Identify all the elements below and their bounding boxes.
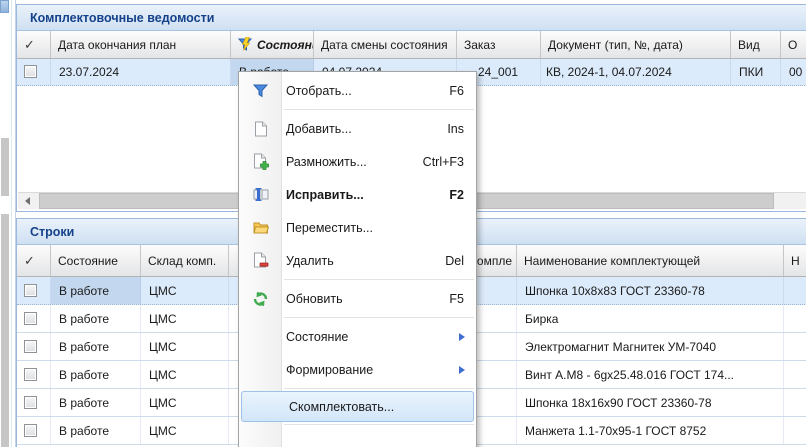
n-cell[interactable] [784,389,806,416]
state-cell[interactable]: В работе [51,277,141,304]
filter-icon [239,84,282,98]
adjacent-panel-edge [0,0,16,447]
state-cell[interactable]: В работе [51,305,141,332]
row-select-cell[interactable] [17,361,51,388]
row-checkbox[interactable] [24,396,37,409]
kind-cell[interactable]: ПКИ [731,59,781,85]
menu-item-move[interactable]: Переместить... [239,211,476,244]
row-select-cell[interactable] [17,59,51,85]
scroll-left-button[interactable] [18,193,35,209]
column-header-state[interactable]: Состояние [51,245,141,276]
left-arrow-icon [21,197,30,205]
row-select-cell[interactable] [17,305,51,332]
menu-item-formation[interactable]: Формирование [239,353,476,386]
menu-separator [239,422,476,427]
menu-item-duplicate[interactable]: Размножить... Ctrl+F3 [239,145,476,178]
component-name-cell[interactable]: Винт А.М8 - 6gх25.48.016 ГОСТ 174... [517,361,784,388]
state-cell[interactable]: В работе [51,389,141,416]
component-name-cell[interactable]: Электромагнит Магнитек УМ-7040 [517,333,784,360]
app-screen: Комплектовочные ведомости Дата окончания… [0,0,806,447]
column-header-n[interactable]: Н [784,245,806,276]
n-cell[interactable] [784,277,806,304]
component-name-cell[interactable]: Шпонка 18х16х90 ГОСТ 23360-78 [517,389,784,416]
row-checkbox[interactable] [24,284,37,297]
state-cell[interactable]: В работе [51,333,141,360]
warehouse-cell[interactable]: ЦМС [141,389,229,416]
delete-document-icon [239,252,282,269]
row-select-cell[interactable] [17,389,51,416]
n-cell[interactable] [784,305,806,332]
clipped-header-tail: компле [472,245,512,276]
column-header-document[interactable]: Документ (тип, №, дата) [541,31,731,58]
add-document-icon [239,121,282,137]
grid-header: Дата окончания план Состояние Дата смены… [17,31,806,59]
warehouse-cell[interactable]: ЦМС [141,305,229,332]
row-select-cell[interactable] [17,277,51,304]
row-checkbox[interactable] [24,65,37,78]
adjacent-panel-corner [0,0,9,13]
row-select-cell[interactable] [17,333,51,360]
document-cell[interactable]: КВ, 2024-1, 04.07.2024 [541,59,731,85]
n-cell[interactable] [784,333,806,360]
end-date-cell[interactable]: 23.07.2024 [51,59,231,85]
component-name-cell[interactable]: Шпонка 10x8x83 ГОСТ 23360-78 [517,277,784,304]
adjacent-scrollbar-segment[interactable] [1,214,9,447]
menu-item-assemble[interactable]: Скомплектовать... [241,391,474,422]
state-cell[interactable]: В работе [51,361,141,388]
column-header-warehouse[interactable]: Склад комп. [141,245,229,276]
check-icon [24,253,35,269]
row-checkbox[interactable] [24,424,37,437]
row-checkbox[interactable] [24,368,37,381]
column-header-extra[interactable]: О [781,31,806,58]
edit-icon [239,187,282,202]
warehouse-cell[interactable]: ЦМС [141,361,229,388]
move-folder-icon [239,221,282,234]
extra-cell[interactable]: 00 [781,59,806,85]
check-icon [24,37,35,53]
column-header-end-date[interactable]: Дата окончания план [51,31,231,58]
component-name-cell[interactable]: Бирка [517,305,784,332]
filter-lightning-icon [238,37,254,52]
column-header-order[interactable]: Заказ [457,31,541,58]
column-header-component-name[interactable]: Наименование комплектующей [517,245,784,276]
menu-item-filter[interactable]: Отобрать... F6 [239,74,476,107]
menu-item-add[interactable]: Добавить... Ins [239,112,476,145]
row-checkbox[interactable] [24,340,37,353]
column-header-state[interactable]: Состояние [231,31,314,58]
column-header-kind[interactable]: Вид [731,31,781,58]
menu-item-refresh[interactable]: Обновить F5 [239,282,476,315]
divider [11,0,12,447]
refresh-icon [239,291,282,307]
warehouse-cell[interactable]: ЦМС [141,417,229,444]
select-all-header[interactable] [17,245,51,276]
column-header-state-change-date[interactable]: Дата смены состояния [314,31,457,58]
duplicate-document-icon [239,153,282,170]
row-select-cell[interactable] [17,417,51,444]
adjacent-scrollbar-segment[interactable] [1,138,9,196]
submenu-arrow-icon [459,333,469,341]
warehouse-cell[interactable]: ЦМС [141,277,229,304]
n-cell[interactable] [784,361,806,388]
submenu-arrow-icon [459,366,469,374]
component-name-cell[interactable]: Манжета 1.1-70х95-1 ГОСТ 8752 [517,417,784,444]
select-all-header[interactable] [17,31,51,58]
menu-item-state[interactable]: Состояние [239,320,476,353]
n-cell[interactable] [784,417,806,444]
row-checkbox[interactable] [24,312,37,325]
context-menu: Отобрать... F6 Добавить... Ins Размножит… [238,71,477,447]
panel-title: Комплектовочные ведомости [17,5,806,31]
menu-item-edit[interactable]: Исправить... F2 [239,178,476,211]
menu-item-delete[interactable]: Удалить Del [239,244,476,277]
state-cell[interactable]: В работе [51,417,141,444]
warehouse-cell[interactable]: ЦМС [141,333,229,360]
